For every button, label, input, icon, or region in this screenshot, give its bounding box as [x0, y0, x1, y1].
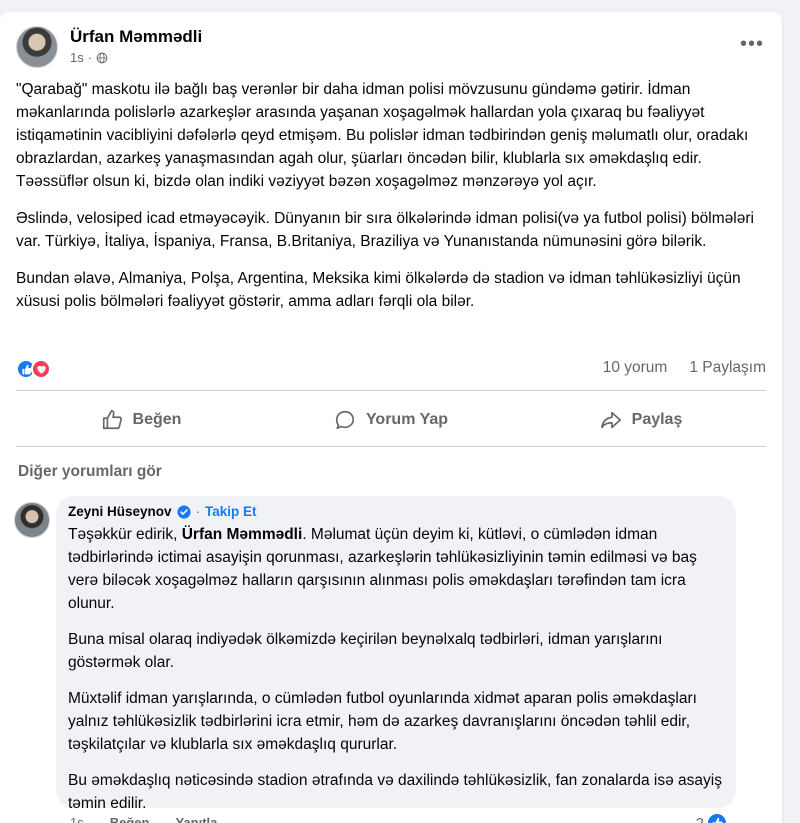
share-button[interactable]: Paylaş: [516, 399, 766, 441]
comment-paragraph: Buna misal olaraq indiyədək ölkəmizdə ke…: [68, 631, 663, 671]
post-text: "Qarabağ" maskotu ilə bağlı baş verənlər…: [16, 78, 768, 327]
comment-reactions[interactable]: 2: [696, 812, 728, 823]
globe-icon: [96, 52, 108, 63]
post-paragraph: Bundan əlavə, Almaniya, Polşa, Argentina…: [16, 270, 741, 310]
comment-paragraph: Müxtəlif idman yarışlarında, o cümlədən …: [68, 690, 697, 753]
comment-reply-button[interactable]: Yanıtla: [175, 815, 217, 823]
reactions-summary[interactable]: [16, 359, 51, 379]
post-paragraph: Əslində, velosiped icad etməyəcəyik. Dün…: [16, 210, 754, 250]
author-avatar[interactable]: [16, 26, 58, 68]
post-stats: 10 yorum 1 Paylaşım: [603, 359, 766, 377]
love-icon: [31, 359, 51, 379]
post-meta: 1s ·: [70, 50, 202, 65]
separator-dot: ·: [195, 504, 201, 519]
like-button-label: Beğen: [132, 411, 182, 428]
view-more-comments-link[interactable]: Diğer yorumları gör: [18, 463, 162, 481]
share-icon: [600, 411, 621, 429]
comment-paragraph: Bu əməkdaşlıq nəticəsində stadion ətrafı…: [68, 772, 722, 812]
share-button-label: Paylaş: [631, 411, 683, 428]
like-button[interactable]: Beğen: [16, 399, 266, 441]
post-card: Ürfan Məmmədli 1s · ••• "Qarabağ" maskot…: [0, 12, 782, 823]
comment-like-button[interactable]: Beğen: [110, 815, 150, 823]
post-actions: Beğen Yorum Yap Paylaş: [16, 399, 766, 441]
author-name[interactable]: Ürfan Məmmədli: [70, 27, 202, 47]
author-block: Ürfan Məmmədli 1s ·: [70, 26, 202, 65]
like-icon: [706, 812, 728, 823]
comment-button-label: Yorum Yap: [365, 411, 449, 428]
more-options-icon[interactable]: •••: [740, 34, 764, 54]
verified-badge-icon: [176, 504, 191, 519]
comment-button[interactable]: Yorum Yap: [266, 399, 516, 441]
divider: [16, 390, 766, 391]
follow-button[interactable]: Takip Et: [205, 504, 257, 519]
comment-time[interactable]: 1s: [70, 815, 84, 823]
comment-actions: 1s Beğen Yanıtla: [70, 815, 217, 823]
comment-header: Zeyni Hüseynov · Takip Et: [68, 504, 724, 519]
divider: [16, 446, 766, 447]
comments-count[interactable]: 10 yorum: [603, 359, 668, 377]
commenter-avatar[interactable]: [14, 502, 50, 538]
commenter-name[interactable]: Zeyni Hüseynov: [68, 504, 172, 519]
thumbs-up-icon: [102, 410, 122, 430]
comment-icon: [335, 410, 354, 430]
post-time[interactable]: 1s: [70, 50, 84, 65]
comment-bubble: Zeyni Hüseynov · Takip Et Təşəkkür ediri…: [56, 496, 736, 812]
comment-likes-count: 2: [695, 814, 704, 823]
mention-link[interactable]: Ürfan Məmmədli: [182, 526, 303, 543]
comment-intro: Təşəkkür edirik,: [68, 526, 178, 543]
comment-paragraph: Təşəkkür edirik, Ürfan Məmmədli. Məlumat…: [68, 523, 724, 615]
post-header: Ürfan Məmmədli 1s ·: [16, 26, 202, 68]
post-paragraph: "Qarabağ" maskotu ilə bağlı baş verənlər…: [16, 81, 749, 190]
shares-count[interactable]: 1 Paylaşım: [689, 359, 766, 377]
comment-text: Təşəkkür edirik, Ürfan Məmmədli. Məlumat…: [68, 523, 724, 815]
